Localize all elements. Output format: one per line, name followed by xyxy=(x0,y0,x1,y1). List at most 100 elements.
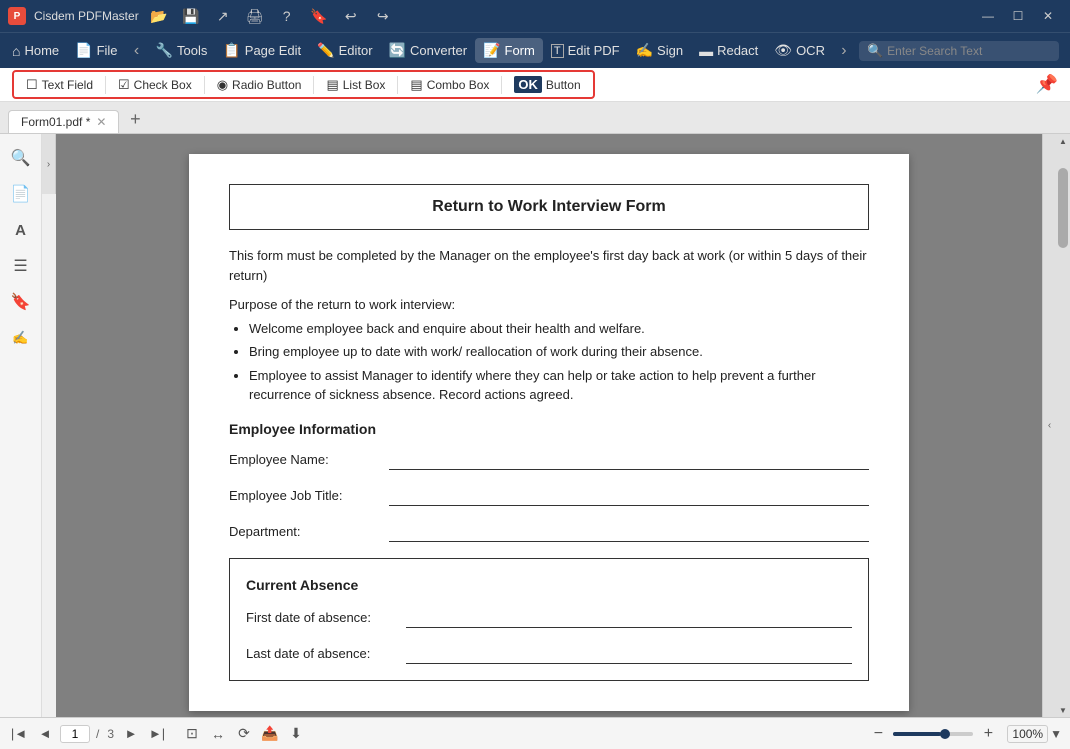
menu-editor-label: Editor xyxy=(339,43,373,58)
tool-text-field[interactable]: ☐ Text Field xyxy=(18,75,101,95)
tool-check-box[interactable]: ☑ Check Box xyxy=(110,75,200,95)
fit-page-button[interactable]: ⊡ xyxy=(180,722,204,746)
tool-button[interactable]: OK Button xyxy=(506,74,588,95)
menu-form[interactable]: 📝 Form xyxy=(475,38,543,63)
title-icon-print[interactable]: 🖨 xyxy=(243,4,267,28)
employee-job-title-label: Employee Job Title: xyxy=(229,486,389,506)
main-content: 🔍 📄 A ☰ 🔖 ✍ › Return to Work Interview F… xyxy=(0,134,1070,717)
title-icon-open[interactable]: 📂 xyxy=(147,4,171,28)
menu-edit-pdf-label: Edit PDF xyxy=(568,43,620,58)
menu-editor[interactable]: ✏️ Editor xyxy=(309,38,380,63)
next-page-button[interactable]: ► xyxy=(120,723,142,745)
menu-home[interactable]: ⌂ Home xyxy=(4,39,67,63)
tool-button-label: Button xyxy=(546,78,581,92)
menu-nav-left[interactable]: ‹ xyxy=(126,40,148,62)
scrollbar-track[interactable] xyxy=(1056,148,1070,703)
close-button[interactable]: ✕ xyxy=(1034,6,1062,26)
scrollbar-thumb[interactable] xyxy=(1058,168,1068,248)
zoom-slider-thumb[interactable] xyxy=(940,729,950,739)
employee-job-title-field[interactable] xyxy=(389,486,869,506)
department-field[interactable] xyxy=(389,522,869,542)
menu-tools[interactable]: 🔧 Tools xyxy=(148,38,216,63)
title-icon-save[interactable]: 💾 xyxy=(179,4,203,28)
title-icon-undo[interactable]: ↩ xyxy=(339,4,363,28)
tool-combo-box[interactable]: ▤ Combo Box xyxy=(402,75,497,95)
tool-radio-button[interactable]: ◉ Radio Button xyxy=(209,75,310,95)
menu-redact-label: Redact xyxy=(717,43,758,58)
department-row: Department: xyxy=(229,522,869,542)
extract-button[interactable]: 📤 xyxy=(258,722,282,746)
tab-form01[interactable]: Form01.pdf * ✕ xyxy=(8,110,119,133)
menu-redact[interactable]: ▬ Redact xyxy=(691,39,766,63)
menu-edit-pdf[interactable]: T Edit PDF xyxy=(543,39,628,62)
title-icon-bookmark[interactable]: 🔖 xyxy=(307,4,331,28)
pin-button[interactable]: 📌 xyxy=(1036,74,1058,95)
divider1 xyxy=(105,76,106,94)
maximize-button[interactable]: ☐ xyxy=(1004,6,1032,26)
menu-converter[interactable]: 🔄 Converter xyxy=(381,38,476,63)
sidebar-bookmark[interactable]: 🔖 xyxy=(5,286,37,318)
bullet-list: Welcome employee back and enquire about … xyxy=(249,319,869,405)
zoom-value: 100% xyxy=(1007,725,1048,743)
total-pages: 3 xyxy=(107,727,114,741)
button-icon: OK xyxy=(514,76,542,93)
tab-label: Form01.pdf * xyxy=(21,115,90,129)
zoom-dropdown-icon[interactable]: ▼ xyxy=(1050,727,1062,741)
search-input[interactable] xyxy=(887,44,1051,58)
sidebar-list[interactable]: ☰ xyxy=(5,250,37,282)
tool-list-box-label: List Box xyxy=(343,78,386,92)
title-icon-help[interactable]: ? xyxy=(275,4,299,28)
fit-width-button[interactable]: ↔ xyxy=(206,722,230,746)
list-item: Employee to assist Manager to identify w… xyxy=(249,366,869,405)
rotate-button[interactable]: ⟳ xyxy=(232,722,256,746)
zoom-select[interactable]: 100% ▼ xyxy=(1007,725,1062,743)
menu-sign[interactable]: ✍ Sign xyxy=(628,38,691,63)
pdf-viewer[interactable]: Return to Work Interview Form This form … xyxy=(56,134,1042,717)
page-number-input[interactable] xyxy=(60,725,90,743)
close-tab-button[interactable]: ✕ xyxy=(96,115,106,129)
add-tab-button[interactable]: + xyxy=(123,107,147,131)
menu-ocr-label: OCR xyxy=(796,43,825,58)
bottom-tools: ⊡ ↔ ⟳ 📤 ⬇ xyxy=(180,722,308,746)
last-date-field[interactable] xyxy=(406,644,852,664)
scroll-down-button[interactable]: ▼ xyxy=(1056,703,1070,717)
home-icon: ⌂ xyxy=(12,43,20,59)
pdf-page: Return to Work Interview Form This form … xyxy=(189,154,909,711)
menu-file[interactable]: 📄 File xyxy=(67,38,125,63)
department-label: Department: xyxy=(229,522,389,542)
title-icon-share[interactable]: ↗ xyxy=(211,4,235,28)
file-icon: 📄 xyxy=(75,42,92,59)
divider4 xyxy=(397,76,398,94)
editor-icon: ✏️ xyxy=(317,42,334,59)
collapse-left-button[interactable]: › xyxy=(42,134,56,194)
menu-nav-right[interactable]: › xyxy=(833,40,855,62)
download-button[interactable]: ⬇ xyxy=(284,722,308,746)
sidebar-signature[interactable]: ✍ xyxy=(5,322,37,354)
first-page-button[interactable]: |◄ xyxy=(8,723,30,745)
scroll-up-button[interactable]: ▲ xyxy=(1056,134,1070,148)
document-title: Return to Work Interview Form xyxy=(229,184,869,230)
converter-icon: 🔄 xyxy=(389,42,406,59)
sidebar-search[interactable]: 🔍 xyxy=(5,142,37,174)
sidebar-text[interactable]: A xyxy=(5,214,37,246)
zoom-in-button[interactable]: + xyxy=(977,723,999,745)
menu-page-edit[interactable]: 📋 Page Edit xyxy=(215,38,309,63)
text-field-icon: ☐ xyxy=(26,77,38,93)
zoom-out-button[interactable]: − xyxy=(867,723,889,745)
tool-list-box[interactable]: ▤ List Box xyxy=(318,75,393,95)
employee-name-field[interactable] xyxy=(389,450,869,470)
title-icon-redo[interactable]: ↪ xyxy=(371,4,395,28)
search-box[interactable]: 🔍 xyxy=(859,41,1059,61)
zoom-slider[interactable] xyxy=(893,732,973,736)
last-page-button[interactable]: ►| xyxy=(146,723,168,745)
form-icon: 📝 xyxy=(483,42,500,59)
menu-file-label: File xyxy=(97,43,118,58)
sidebar-pages[interactable]: 📄 xyxy=(5,178,37,210)
first-date-field[interactable] xyxy=(406,608,852,628)
menu-bar: ⌂ Home 📄 File ‹ 🔧 Tools 📋 Page Edit ✏️ E… xyxy=(0,32,1070,68)
app-icon: P xyxy=(8,7,26,25)
prev-page-button[interactable]: ◄ xyxy=(34,723,56,745)
collapse-right-button[interactable]: ‹ xyxy=(1042,134,1056,717)
menu-ocr[interactable]: 👁 OCR xyxy=(766,38,833,63)
minimize-button[interactable]: — xyxy=(974,6,1002,26)
